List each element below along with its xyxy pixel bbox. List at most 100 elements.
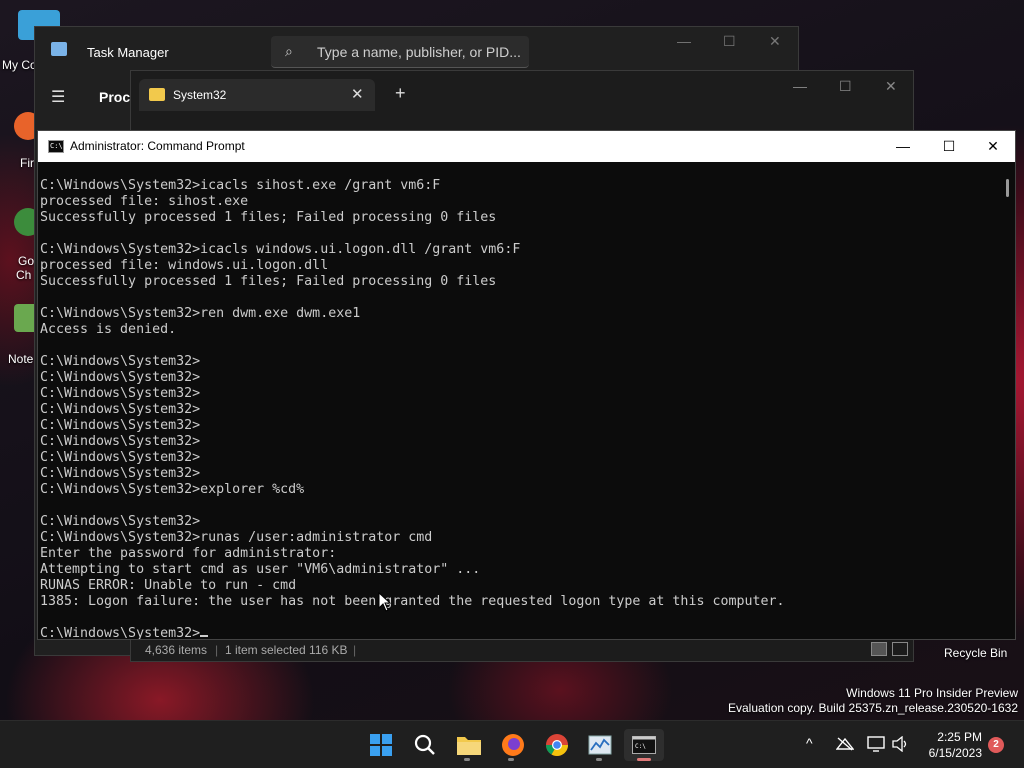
desktop-icon-label: Note — [8, 352, 34, 366]
console-line: C:\Windows\System32> — [40, 466, 201, 481]
search-placeholder: Type a name, publisher, or PID... — [317, 44, 521, 60]
console-line: C:\Windows\System32> — [40, 418, 201, 433]
firefox-icon — [502, 734, 524, 756]
watermark-line: Windows 11 Pro Insider Preview — [846, 686, 1018, 700]
notification-badge[interactable]: 2 — [988, 737, 1004, 753]
console-line: Enter the password for administrator: — [40, 546, 337, 561]
window-title: Administrator: Command Prompt — [70, 139, 245, 153]
taskbar-search-button[interactable] — [404, 729, 444, 761]
scrollbar[interactable] — [1000, 162, 1015, 639]
status-divider: | — [215, 643, 219, 657]
search-input[interactable]: ⌕ Type a name, publisher, or PID... — [271, 36, 529, 68]
desktop-icon-chrome[interactable]: Go Ch — [0, 208, 42, 282]
search-icon: ⌕ — [285, 43, 293, 59]
console-line: C:\Windows\System32>runas /user:administ… — [40, 530, 433, 545]
maximize-button[interactable]: ☐ — [723, 33, 736, 50]
desktop-icon-notepad[interactable]: Note — [0, 304, 42, 366]
desktop-icon-label: Ch — [16, 268, 32, 282]
desktop-icon-label: My Co — [2, 58, 37, 72]
close-button[interactable]: ✕ — [885, 78, 897, 95]
watermark-line: Evaluation copy. Build 25375.zn_release.… — [728, 701, 1018, 715]
console-line: C:\Windows\System32> — [40, 434, 201, 449]
console-line: C:\Windows\System32> — [40, 514, 201, 529]
text-cursor — [200, 635, 209, 637]
console-line: C:\Windows\System32>explorer %cd% — [40, 482, 305, 497]
maximize-button[interactable]: ☐ — [839, 78, 852, 95]
hamburger-menu-icon[interactable]: ☰ — [51, 87, 65, 107]
taskbar: C:\ ^ 2:25 PM 6/15/2023 2 — [0, 720, 1024, 768]
clock-date: 6/15/2023 — [928, 746, 982, 760]
start-button[interactable] — [360, 729, 400, 761]
console-line: C:\Windows\System32> — [40, 370, 201, 385]
recycle-bin-label[interactable]: Recycle Bin — [944, 646, 1007, 660]
minimize-button[interactable]: — — [677, 33, 691, 49]
clock-time: 2:25 PM — [937, 730, 982, 744]
folder-icon — [149, 88, 165, 101]
console-line: C:\Windows\System32>icacls windows.ui.lo… — [40, 242, 521, 257]
taskbar-task-manager[interactable] — [580, 729, 620, 761]
details-view-icon[interactable] — [871, 642, 887, 656]
console-line: processed file: windows.ui.logon.dll — [40, 258, 329, 273]
display-icon[interactable] — [867, 736, 885, 752]
tiles-view-icon[interactable] — [892, 642, 908, 656]
start-icon — [370, 734, 392, 756]
command-prompt-window[interactable]: C:\ Administrator: Command Prompt — ☐ ✕ … — [37, 130, 1016, 640]
taskbar-chrome[interactable] — [536, 729, 576, 761]
nav-processes[interactable]: Proc — [99, 89, 130, 105]
desktop-icon-label: Fir — [20, 156, 34, 170]
minimize-button[interactable]: — — [880, 131, 926, 162]
close-button[interactable]: ✕ — [970, 131, 1016, 162]
system-clock[interactable]: 2:25 PM 6/15/2023 — [920, 729, 982, 761]
evaluation-watermark: Windows 11 Pro Insider Preview Evaluatio… — [728, 686, 1018, 716]
minimize-button[interactable]: — — [793, 78, 807, 94]
console-line: C:\Windows\System32> — [40, 626, 1000, 639]
volume-icon[interactable] — [891, 736, 909, 752]
search-icon — [414, 734, 435, 755]
taskbar-command-prompt[interactable]: C:\ — [624, 729, 664, 761]
console-line: Successfully processed 1 files; Failed p… — [40, 210, 497, 225]
console-line: C:\Windows\System32>ren dwm.exe dwm.exe1 — [40, 306, 361, 321]
console-line: Attempting to start cmd as user "VM6\adm… — [40, 562, 481, 577]
console-line: C:\Windows\System32> — [40, 354, 201, 369]
chrome-icon — [546, 734, 568, 756]
maximize-button[interactable]: ☐ — [926, 131, 972, 162]
file-explorer-icon — [457, 737, 481, 755]
console-line: Successfully processed 1 files; Failed p… — [40, 274, 497, 289]
network-disconnected-icon[interactable] — [836, 737, 854, 751]
window-title: Task Manager — [87, 45, 169, 60]
desktop-icon-label: Go — [18, 254, 35, 268]
close-button[interactable]: ✕ — [769, 33, 781, 50]
status-divider: | — [353, 643, 357, 657]
console-line: processed file: sihost.exe — [40, 194, 249, 209]
title-bar[interactable]: C:\ Administrator: Command Prompt — ☐ ✕ — [38, 131, 1015, 162]
status-bar: 4,636 items | 1 item selected 116 KB | — [131, 639, 913, 661]
cmd-app-icon: C:\ — [48, 140, 64, 153]
console-line: C:\Windows\System32>icacls sihost.exe /g… — [40, 178, 441, 193]
tray-overflow-chevron-icon[interactable]: ^ — [806, 735, 813, 751]
new-tab-button[interactable]: + — [395, 84, 406, 102]
console-line: Access is denied. — [40, 322, 177, 337]
tab-close-icon[interactable]: ✕ — [351, 85, 364, 103]
taskbar-firefox[interactable] — [492, 729, 532, 761]
svg-text:C:\: C:\ — [635, 743, 646, 750]
running-indicator — [508, 758, 514, 761]
scrollbar-thumb[interactable] — [1006, 179, 1009, 197]
console-line: C:\Windows\System32> — [40, 386, 201, 401]
active-indicator — [637, 758, 651, 761]
desktop-icon-firefox[interactable]: Fir — [0, 112, 42, 170]
desktop-icon-my-computer[interactable]: My Co — [0, 10, 60, 72]
console-line: 1385: Logon failure: the user has not be… — [40, 594, 785, 609]
item-count: 4,636 items — [145, 643, 208, 657]
console-output[interactable]: C:\Windows\System32>icacls sihost.exe /g… — [38, 162, 1000, 639]
console-line: C:\Windows\System32> — [40, 402, 201, 417]
taskbar-file-explorer[interactable] — [448, 729, 488, 761]
console-line: RUNAS ERROR: Unable to run - cmd — [40, 578, 297, 593]
selection-info: 1 item selected 116 KB — [225, 643, 348, 657]
tab-system32[interactable]: System32 ✕ — [139, 79, 375, 111]
task-manager-icon — [588, 735, 612, 755]
